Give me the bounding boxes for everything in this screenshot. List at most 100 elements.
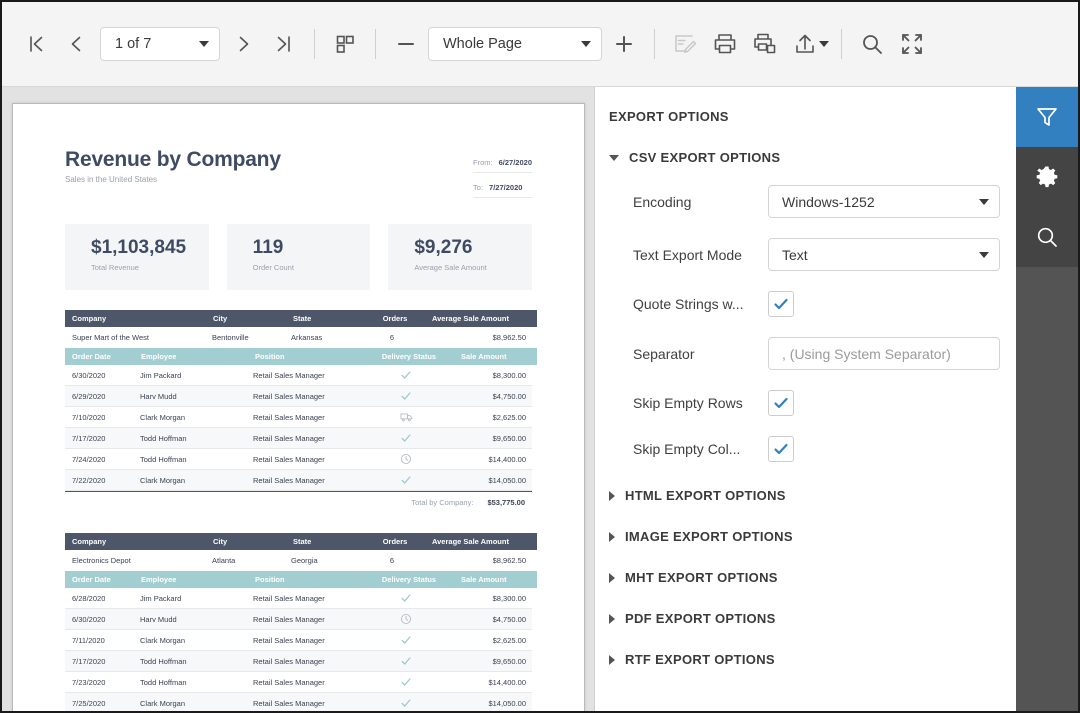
cell-position: Retail Sales Manager [253, 412, 325, 422]
company-table: Company City State Orders Average Sale Amoun… [65, 533, 537, 711]
cell-employee: Harv Mudd [140, 391, 177, 401]
rail-item-search[interactable] [1016, 207, 1078, 267]
report-viewer-window: 1 of 7 Whole Page Revenue by Company Sal… [0, 0, 1080, 713]
page-thumbnails-button[interactable] [325, 22, 365, 66]
check-icon [774, 397, 788, 409]
option-row: Quote Strings w... [595, 291, 1016, 317]
cell-city: Atlanta [212, 555, 236, 565]
cell-sale-amount: $14,050.00 [488, 698, 526, 708]
option-control [768, 436, 794, 462]
first-page-button[interactable] [16, 22, 56, 66]
option-select[interactable]: Windows-1252 [768, 185, 1000, 218]
option-select[interactable]: Text [768, 238, 1000, 271]
full-screen-button[interactable] [892, 22, 932, 66]
option-checkbox[interactable] [768, 291, 794, 317]
column-header: Company [65, 533, 205, 550]
option-row: Skip Empty Rows [595, 390, 1016, 416]
table-header-sub: Order Date Employee Position Delivery Statu… [65, 571, 537, 588]
option-value: Windows-1252 [782, 193, 875, 210]
option-checkbox[interactable] [768, 436, 794, 462]
option-placeholder: , (Using System Separator) [782, 345, 951, 362]
cell-sale-amount: $9,650.00 [492, 433, 526, 443]
check-icon [401, 371, 411, 379]
check-icon [401, 699, 411, 707]
print-button[interactable] [705, 22, 745, 66]
edit-content-button[interactable] [665, 22, 705, 66]
cell-employee: Clark Morgan [140, 635, 186, 645]
export-dropdown-caret[interactable] [819, 41, 829, 47]
export-group-image[interactable]: IMAGE EXPORT OPTIONS [595, 529, 1016, 544]
option-control [768, 291, 794, 317]
check-icon [401, 392, 411, 400]
check-icon [401, 657, 411, 665]
table-row: 7/24/2020 Todd Hoffman Retail Sales Manage… [65, 449, 532, 470]
option-row: Encoding Windows-1252 [595, 185, 1016, 218]
column-header: Average Sale Amount [425, 533, 537, 550]
column-header: Orders [366, 310, 424, 327]
column-header: Position [248, 348, 364, 365]
cell-sale-amount: $4,750.00 [492, 614, 526, 624]
cell-employee: Jim Packard [140, 593, 182, 603]
cell-delivery-status [362, 676, 450, 688]
check-icon [774, 298, 788, 310]
cell-state: Arkansas [291, 332, 323, 342]
report-page: Revenue by Company Sales in the United S… [12, 103, 585, 711]
cell-order-date: 6/30/2020 [72, 370, 106, 380]
export-group-csv[interactable]: CSV EXPORT OPTIONS [595, 150, 1016, 165]
company-table: Company City State Orders Average Sale Amoun… [65, 310, 537, 513]
option-checkbox[interactable] [768, 390, 794, 416]
cell-employee: Harv Mudd [140, 614, 177, 624]
column-header: Order Date [65, 348, 133, 365]
kpi-value: 119 [252, 237, 284, 258]
cell-delivery-status [362, 474, 450, 486]
export-group-mht[interactable]: MHT EXPORT OPTIONS [595, 570, 1016, 585]
chevron-right-icon [609, 654, 615, 665]
clock-icon [400, 613, 412, 625]
table-row: 6/29/2020 Harv Mudd Retail Sales Manager $4… [65, 386, 532, 407]
to-label: To: [473, 182, 484, 192]
zoom-level-value: Whole Page [443, 36, 522, 52]
export-group-html[interactable]: HTML EXPORT OPTIONS [595, 488, 1016, 503]
export-group-rtf[interactable]: RTF EXPORT OPTIONS [595, 652, 1016, 667]
total-value: $53,775.00 [487, 498, 525, 507]
chevron-down-icon [979, 251, 989, 258]
cell-position: Retail Sales Manager [253, 698, 325, 708]
export-group-label: IMAGE EXPORT OPTIONS [625, 529, 793, 544]
page-number-select[interactable]: 1 of 7 [100, 27, 220, 61]
export-group-pdf[interactable]: PDF EXPORT OPTIONS [595, 611, 1016, 626]
report-title: Revenue by Company [65, 148, 281, 171]
cell-delivery-status [362, 613, 450, 625]
option-row: Separator , (Using System Separator) [595, 337, 1016, 370]
option-label: Skip Empty Col... [633, 441, 741, 457]
next-page-button[interactable] [224, 22, 264, 66]
column-header: City [206, 533, 285, 550]
rail-item-settings[interactable] [1016, 147, 1078, 207]
cell-order-date: 7/23/2020 [72, 677, 106, 687]
cell-order-date: 7/17/2020 [72, 656, 106, 666]
chevron-down-icon [199, 41, 209, 47]
print-current-page-button[interactable] [745, 22, 785, 66]
plus-icon [616, 36, 632, 52]
cell-position: Retail Sales Manager [253, 677, 325, 687]
rail-item-filter[interactable] [1016, 87, 1078, 147]
document-viewer[interactable]: Revenue by Company Sales in the United S… [2, 87, 595, 711]
cell-average-sale: $8,962.50 [492, 555, 526, 565]
option-row: Skip Empty Col... [595, 436, 1016, 462]
zoom-in-button[interactable] [604, 22, 644, 66]
export-group-label: HTML EXPORT OPTIONS [625, 488, 786, 503]
total-label: Total by Company: [411, 498, 474, 507]
zoom-out-button[interactable] [386, 22, 426, 66]
option-input[interactable]: , (Using System Separator) [768, 337, 1000, 370]
table-row: 7/25/2020 Clark Morgan Retail Sales Manage… [65, 693, 532, 711]
search-button[interactable] [852, 22, 892, 66]
cell-sale-amount: $14,400.00 [488, 454, 526, 464]
last-page-button[interactable] [264, 22, 304, 66]
cell-delivery-status [362, 432, 450, 444]
cell-employee: Todd Hoffman [140, 433, 187, 443]
cell-order-date: 7/10/2020 [72, 412, 106, 422]
option-control: Windows-1252 [768, 185, 1000, 218]
zoom-level-select[interactable]: Whole Page [428, 27, 602, 61]
search-icon [863, 35, 882, 54]
previous-page-button[interactable] [56, 22, 96, 66]
table-header-main: Company City State Orders Average Sale Amoun… [65, 533, 537, 550]
